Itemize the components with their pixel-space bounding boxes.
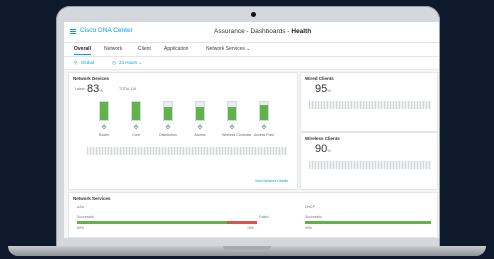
network-health-number: 83 xyxy=(87,83,100,95)
router-icon: ✣ xyxy=(101,125,107,131)
device-bar-core[interactable] xyxy=(131,101,141,121)
tab-application[interactable]: Application xyxy=(164,46,188,52)
network-services-title: Network Services xyxy=(73,196,111,201)
dhcp-success-percent: 95% xyxy=(305,226,313,230)
wireless-clients-title: Wireless Clients xyxy=(305,136,340,141)
filter-bar: ⚲ Global ◷ 24 Hours ⌄ xyxy=(64,57,439,70)
webcam xyxy=(251,12,256,17)
wired-clients-title: Wired Clients xyxy=(305,76,334,81)
device-label-core: Core xyxy=(132,133,140,137)
page-title: Assurance - Dashboards - Health xyxy=(214,28,311,35)
device-bar-distribution[interactable] xyxy=(163,101,173,121)
app-brand[interactable]: Cisco DNA Center xyxy=(80,27,133,34)
network-health-unit: % xyxy=(99,88,103,93)
page-title-strong: Health xyxy=(291,28,312,35)
location-pin-icon: ⚲ xyxy=(74,60,78,65)
wireless-controller-icon: ✣ xyxy=(229,125,235,131)
aaa-failed-percent: 15% xyxy=(247,226,255,230)
aaa-success-label: Successful xyxy=(77,215,94,219)
device-label-access: Access xyxy=(194,133,206,137)
network-services-panel: Network Services AAA Successful Failed 8… xyxy=(68,192,438,238)
health-label: Latest xyxy=(75,87,85,91)
access-point-icon: ✣ xyxy=(261,125,267,131)
page-title-prefix: Assurance - Dashboards - xyxy=(214,28,292,35)
device-bar-access-point[interactable] xyxy=(259,101,269,121)
wired-health-value: 95% xyxy=(315,83,331,95)
core-switch-icon: ✣ xyxy=(133,125,139,131)
network-timeline[interactable] xyxy=(87,147,287,155)
device-bar-router[interactable] xyxy=(99,101,109,121)
tab-overall[interactable]: Overall xyxy=(74,46,91,55)
distribution-switch-icon: ✣ xyxy=(165,125,171,131)
tab-bar: Overall Network Client Application Netwo… xyxy=(64,43,439,57)
dhcp-success-label: Successful xyxy=(305,215,322,219)
top-bar: Cisco DNA Center Assurance - Dashboards … xyxy=(64,22,439,43)
network-health-value: 83% xyxy=(87,83,103,95)
wireless-clients-panel: Wireless Clients 90% xyxy=(300,132,438,190)
wireless-timeline[interactable] xyxy=(309,161,431,169)
dhcp-success-bar[interactable] xyxy=(305,221,431,224)
dashboard-screen: Cisco DNA Center Assurance - Dashboards … xyxy=(64,22,439,238)
device-total: TOTAL 116 xyxy=(119,87,137,91)
aaa-failed-bar[interactable] xyxy=(227,221,257,224)
wireless-health-unit: % xyxy=(327,148,331,153)
clock-icon: ◷ xyxy=(112,60,116,65)
device-label-router: Router xyxy=(98,133,110,137)
tab-client[interactable]: Client xyxy=(138,46,151,52)
wired-timeline[interactable] xyxy=(309,101,431,109)
menu-icon[interactable] xyxy=(70,29,76,34)
network-devices-title: Network Devices xyxy=(73,76,110,81)
device-bar-wireless-controller[interactable] xyxy=(227,101,237,121)
device-label-wireless-controller: Wireless Controller xyxy=(222,133,252,137)
view-network-details-link[interactable]: View Network Details xyxy=(255,179,288,183)
device-label-distribution: Distribution xyxy=(159,133,177,137)
wired-health-number: 95 xyxy=(315,83,328,95)
network-devices-panel: Network Devices Latest 83% TOTAL 116 ✣ ✣… xyxy=(68,72,298,190)
tab-network[interactable]: Network xyxy=(104,46,122,52)
wireless-health-number: 90 xyxy=(315,143,328,155)
laptop-notch xyxy=(223,246,271,250)
access-switch-icon: ✣ xyxy=(197,125,203,131)
aaa-label: AAA xyxy=(77,205,85,209)
aaa-failed-label: Failed xyxy=(259,215,269,219)
device-bar-access[interactable] xyxy=(195,101,205,121)
dhcp-label: DHCP xyxy=(305,205,315,209)
aaa-success-percent: 80% xyxy=(77,226,85,230)
device-label-access-point: Access Point xyxy=(254,133,275,137)
wireless-health-value: 90% xyxy=(315,143,331,155)
time-filter[interactable]: 24 Hours ⌄ xyxy=(119,60,142,66)
wired-clients-panel: Wired Clients 95% xyxy=(300,72,438,132)
aaa-success-bar[interactable] xyxy=(77,221,227,224)
location-filter[interactable]: Global xyxy=(81,60,94,65)
tab-network-services[interactable]: Network Services ⌄ xyxy=(206,46,250,52)
wired-health-unit: % xyxy=(327,88,331,93)
